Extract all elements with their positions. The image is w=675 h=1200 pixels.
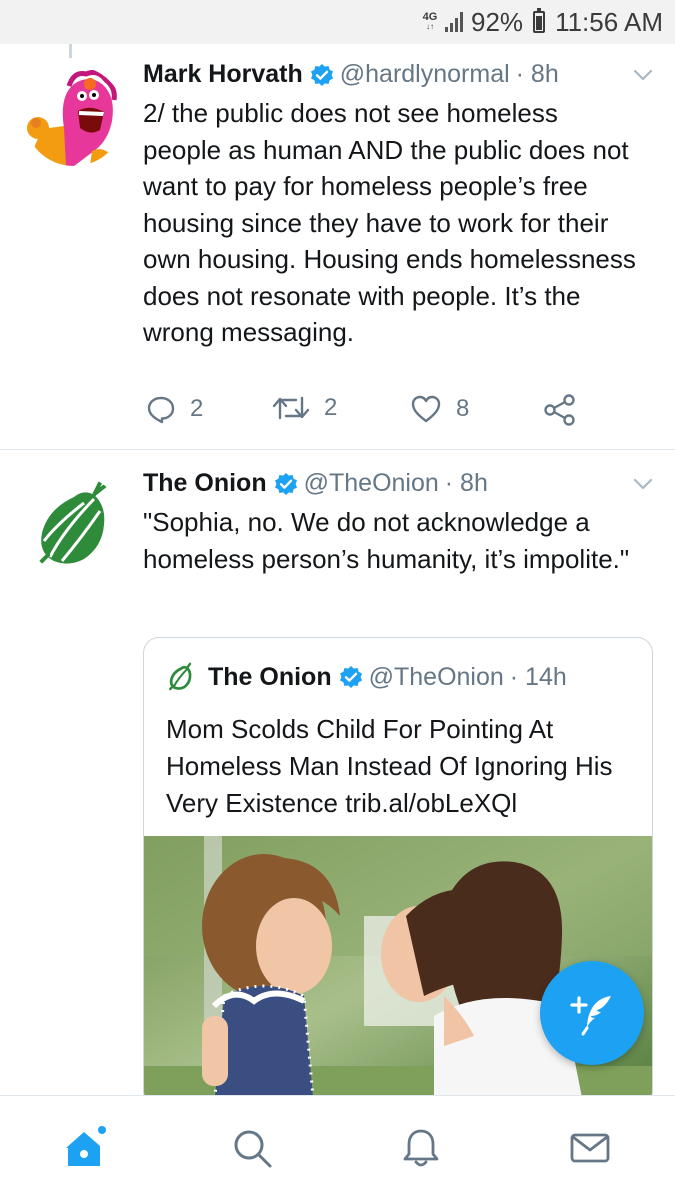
search-icon	[234, 1130, 272, 1168]
verified-badge-icon	[310, 63, 334, 87]
compose-tweet-icon	[570, 996, 611, 1036]
chevron-down-icon[interactable]	[633, 68, 653, 86]
quoted-tweet-text: Mom Scolds Child For Pointing At Homeles…	[166, 714, 613, 818]
clock: 11:56 AM	[555, 6, 663, 37]
bottom-navigation	[0, 1095, 675, 1200]
tweet-header: Mark Horvath @hardlynormal · 8h	[143, 60, 635, 89]
avatar[interactable]	[24, 66, 124, 166]
tweet[interactable]: Mark Horvath @hardlynormal · 8h 2/ the p…	[0, 44, 675, 450]
tweet-time: · 8h	[444, 469, 488, 497]
nav-messages[interactable]	[566, 1124, 614, 1172]
author-handle[interactable]: @TheOnion	[304, 469, 439, 498]
onion-logo-icon	[38, 481, 108, 565]
reply-count: 2	[190, 395, 204, 422]
chevron-down-icon[interactable]	[633, 477, 653, 495]
like-count: 8	[456, 395, 470, 422]
messages-icon	[570, 1133, 610, 1163]
tweet-header: The Onion @TheOnion · 8h	[143, 469, 635, 498]
retweet-icon	[272, 396, 310, 420]
share-icon	[544, 394, 575, 426]
signal-icon	[445, 12, 464, 32]
home-icon	[66, 1126, 106, 1166]
battery-icon	[533, 8, 546, 33]
reply-button[interactable]: 2	[146, 394, 203, 424]
nav-home[interactable]	[60, 1124, 108, 1172]
status-bar: 4G ↓↑ 92% 11:56 AM	[0, 0, 675, 44]
author-name[interactable]: Mark Horvath	[143, 60, 303, 89]
retweet-count: 2	[324, 394, 338, 421]
quoted-author-handle: @TheOnion	[368, 662, 504, 691]
tweet-actions: 2 2 8	[146, 394, 586, 430]
quoted-tweet-time: · 14h	[509, 662, 567, 691]
network-indicator: 4G ↓↑	[422, 11, 438, 32]
share-button[interactable]	[543, 394, 577, 426]
verified-badge-icon	[274, 472, 298, 496]
reply-icon	[147, 396, 175, 424]
tweet-text: 2/ the public does not see homeless peop…	[143, 98, 636, 347]
quoted-tweet-header: The Onion @TheOnion · 14h	[166, 662, 567, 692]
like-icon	[411, 395, 441, 423]
compose-tweet-button[interactable]	[540, 961, 644, 1065]
like-button[interactable]: 8	[410, 394, 469, 424]
battery-percentage: 92%	[471, 6, 524, 37]
author-name[interactable]: The Onion	[143, 469, 267, 498]
retweet-button[interactable]: 2	[272, 394, 337, 422]
nav-search[interactable]	[228, 1124, 276, 1172]
author-handle[interactable]: @hardlynormal	[340, 60, 510, 89]
tweet-time: · 8h	[515, 60, 559, 88]
muppet-avatar-image	[24, 66, 124, 166]
onion-logo-icon	[166, 662, 196, 692]
notifications-icon	[403, 1129, 439, 1167]
tweet-text: "Sophia, no. We do not acknowledge a hom…	[143, 507, 630, 574]
avatar[interactable]	[24, 475, 124, 575]
nav-notifications[interactable]	[397, 1124, 445, 1172]
verified-badge-icon	[339, 665, 363, 689]
quoted-author-name: The Onion	[208, 662, 332, 691]
